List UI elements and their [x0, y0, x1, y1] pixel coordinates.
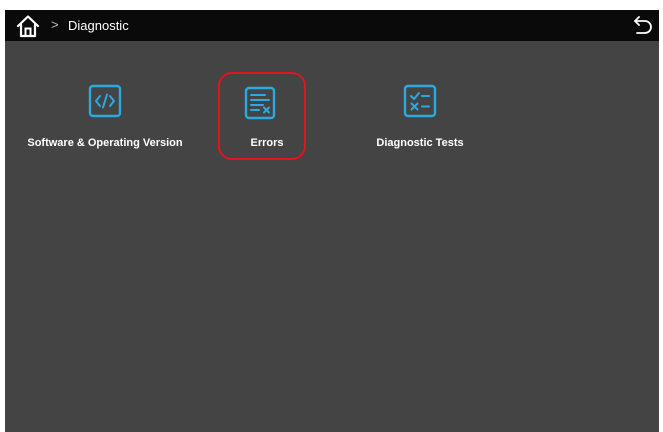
tile-diagnostic-tests[interactable]: Diagnostic Tests — [335, 72, 525, 172]
back-arrow-icon — [634, 16, 652, 34]
breadcrumb-separator: > — [51, 17, 59, 32]
home-icon — [16, 15, 40, 38]
diagnostic-screen: > Diagnostic Software & Operating Versio… — [5, 10, 659, 432]
home-button[interactable] — [15, 13, 41, 39]
error-list-icon — [243, 86, 277, 120]
top-bar: > Diagnostic — [5, 10, 659, 41]
back-button[interactable] — [632, 14, 654, 36]
code-icon — [88, 84, 122, 118]
checklist-icon — [403, 84, 437, 118]
tile-label-diagnostic-tests: Diagnostic Tests — [376, 137, 464, 149]
breadcrumb-title: Diagnostic — [68, 18, 129, 33]
tile-errors[interactable]: Errors — [152, 72, 342, 172]
